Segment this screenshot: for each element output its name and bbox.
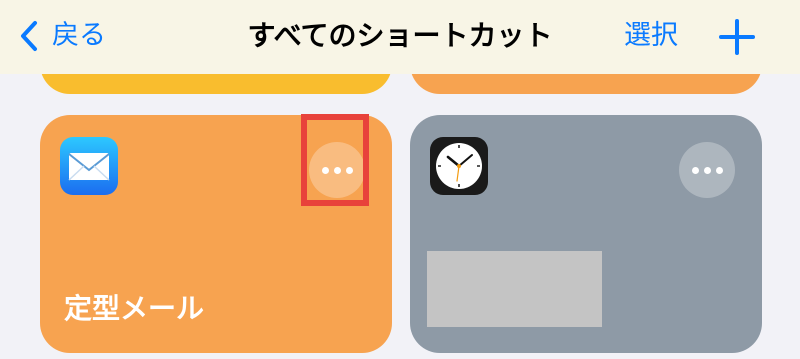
more-options-button[interactable]: [679, 142, 735, 198]
back-button[interactable]: 戻る: [20, 14, 106, 58]
redacted-label: [427, 251, 602, 327]
page-title: すべてのショートカット: [247, 19, 553, 52]
shortcut-card-clock[interactable]: [410, 115, 762, 353]
clock-icon: [430, 137, 488, 195]
ellipsis-icon: [691, 166, 699, 174]
plus-icon[interactable]: [718, 18, 756, 56]
chevron-left-icon: [21, 21, 37, 51]
select-button[interactable]: 選択: [624, 14, 678, 58]
navigation-bar: 戻る すべてのショートカット 選択: [0, 0, 800, 74]
shortcut-label: 定型メール: [64, 292, 205, 325]
mail-icon: [60, 137, 118, 195]
back-button-label: 戻る: [52, 20, 106, 51]
highlight-annotation: [301, 114, 369, 206]
